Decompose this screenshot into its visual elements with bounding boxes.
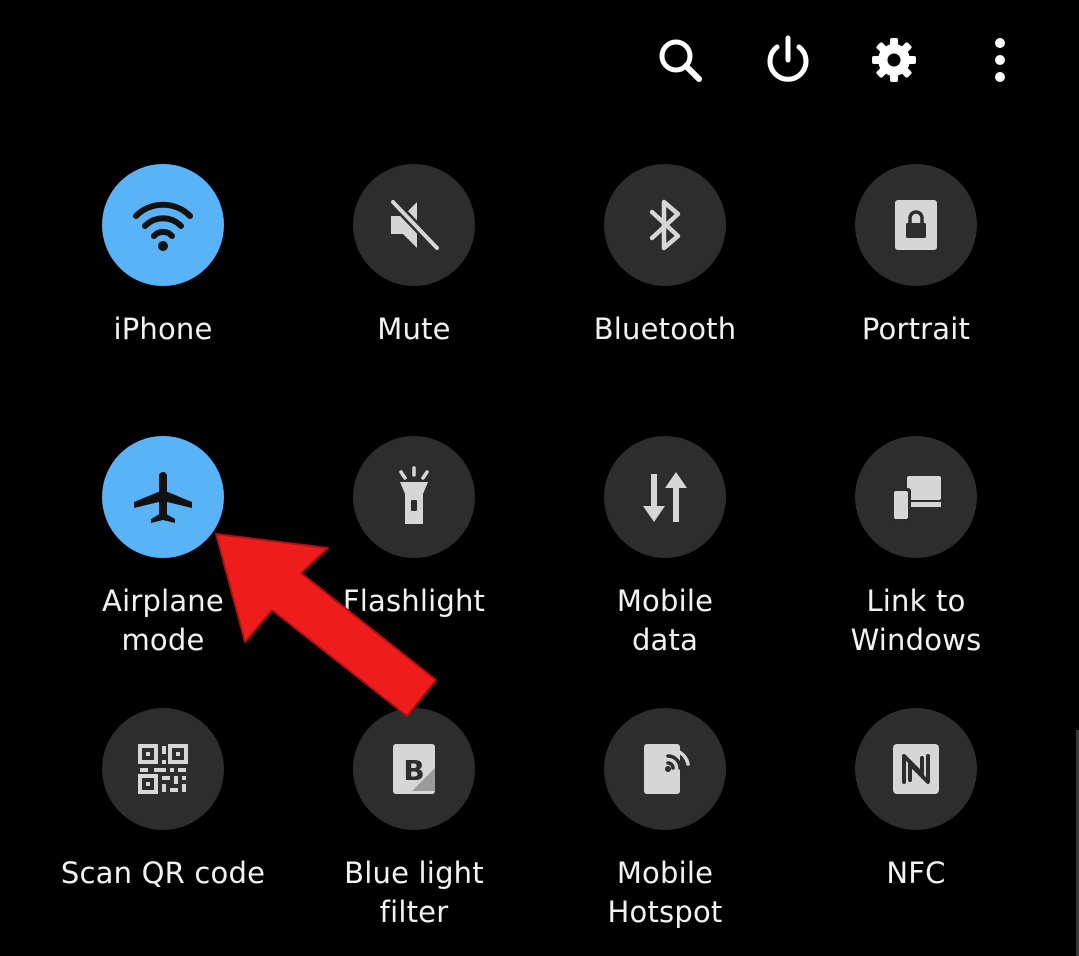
annotation-arrow xyxy=(215,533,437,717)
